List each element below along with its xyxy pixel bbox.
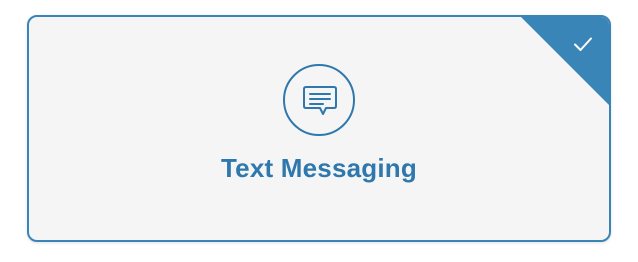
chat-bubble-icon <box>283 64 355 136</box>
option-title: Text Messaging <box>221 153 417 183</box>
checkmark-icon <box>574 37 592 51</box>
selected-corner-badge <box>521 17 609 105</box>
text-messaging-option-card[interactable]: Text Messaging <box>27 15 611 242</box>
